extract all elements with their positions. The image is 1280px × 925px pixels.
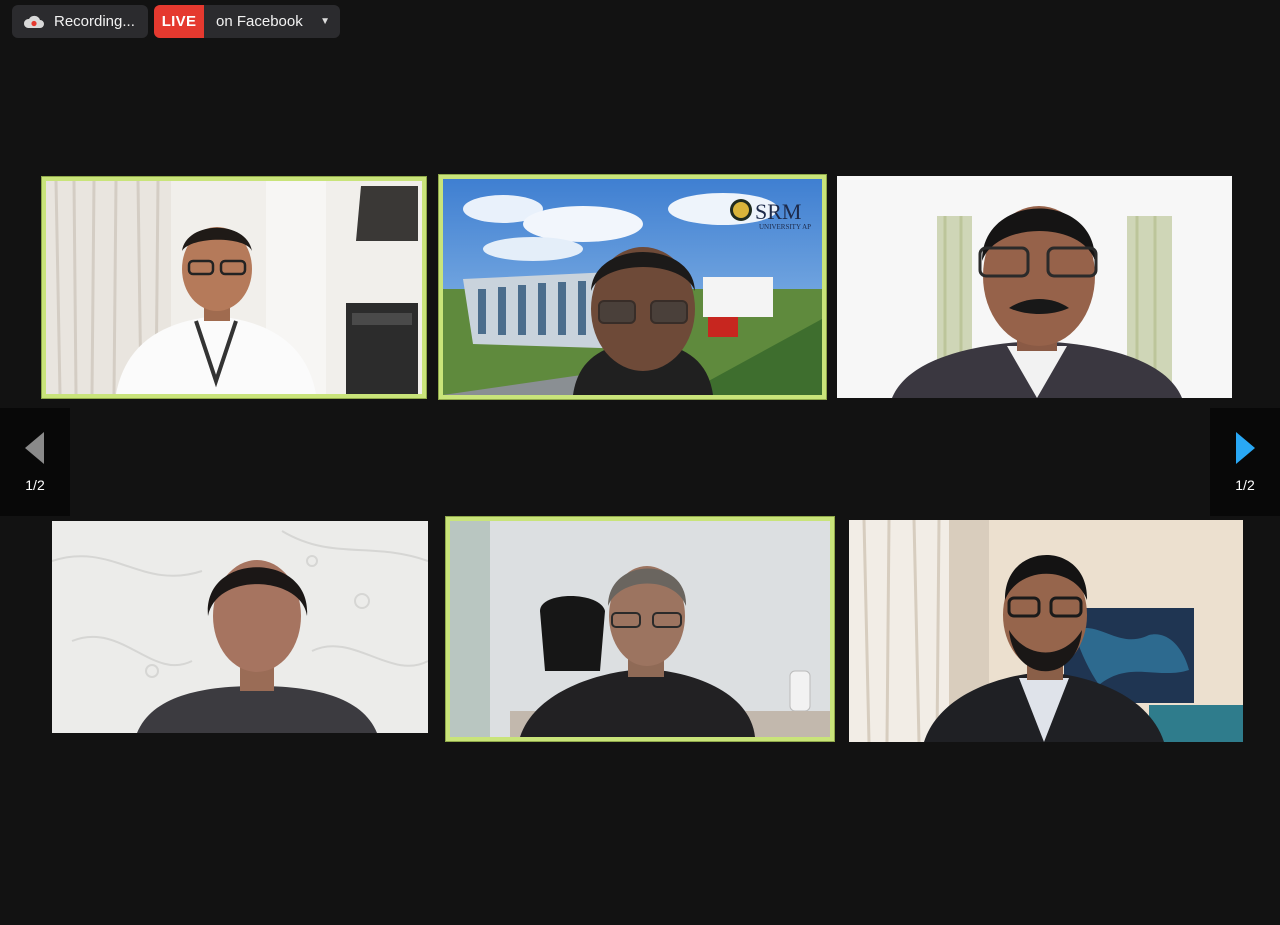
chevron-right-icon: [1236, 432, 1255, 464]
logo-subtitle: UNIVERSITY AP: [759, 223, 811, 231]
page-indicator: 1/2: [25, 477, 45, 493]
participant-video-tile[interactable]: [446, 517, 834, 741]
previous-page-button[interactable]: 1/2: [0, 408, 70, 516]
participant-video-feed: SRM UNIVERSITY AP: [443, 179, 822, 395]
live-streaming-dropdown[interactable]: LIVE on Facebook ▼: [154, 5, 340, 38]
cloud-recording-icon: [23, 15, 44, 28]
page-indicator: 1/2: [1235, 477, 1255, 493]
next-page-button[interactable]: 1/2: [1210, 408, 1280, 516]
chevron-left-icon: [25, 432, 44, 464]
recording-label: Recording...: [54, 13, 135, 30]
chevron-down-icon: ▼: [320, 16, 330, 27]
live-badge: LIVE: [154, 5, 204, 38]
participant-video-feed: [52, 521, 428, 733]
participant-video-tile[interactable]: SRM UNIVERSITY AP: [439, 175, 826, 399]
participant-video-tile[interactable]: [42, 177, 426, 398]
live-platform-label: on Facebook: [216, 13, 303, 30]
participant-video-tile[interactable]: [849, 520, 1243, 742]
participant-video-feed: [837, 176, 1232, 398]
participant-video-tile[interactable]: [837, 176, 1232, 398]
participant-video-feed: [46, 181, 422, 394]
recording-indicator[interactable]: Recording...: [12, 5, 148, 38]
meeting-status-bar: Recording... LIVE on Facebook ▼: [12, 5, 340, 38]
participant-video-feed: [849, 520, 1243, 742]
participant-video-feed: [450, 521, 830, 737]
logo-text: SRM: [755, 199, 801, 224]
participant-video-tile[interactable]: [52, 521, 428, 733]
